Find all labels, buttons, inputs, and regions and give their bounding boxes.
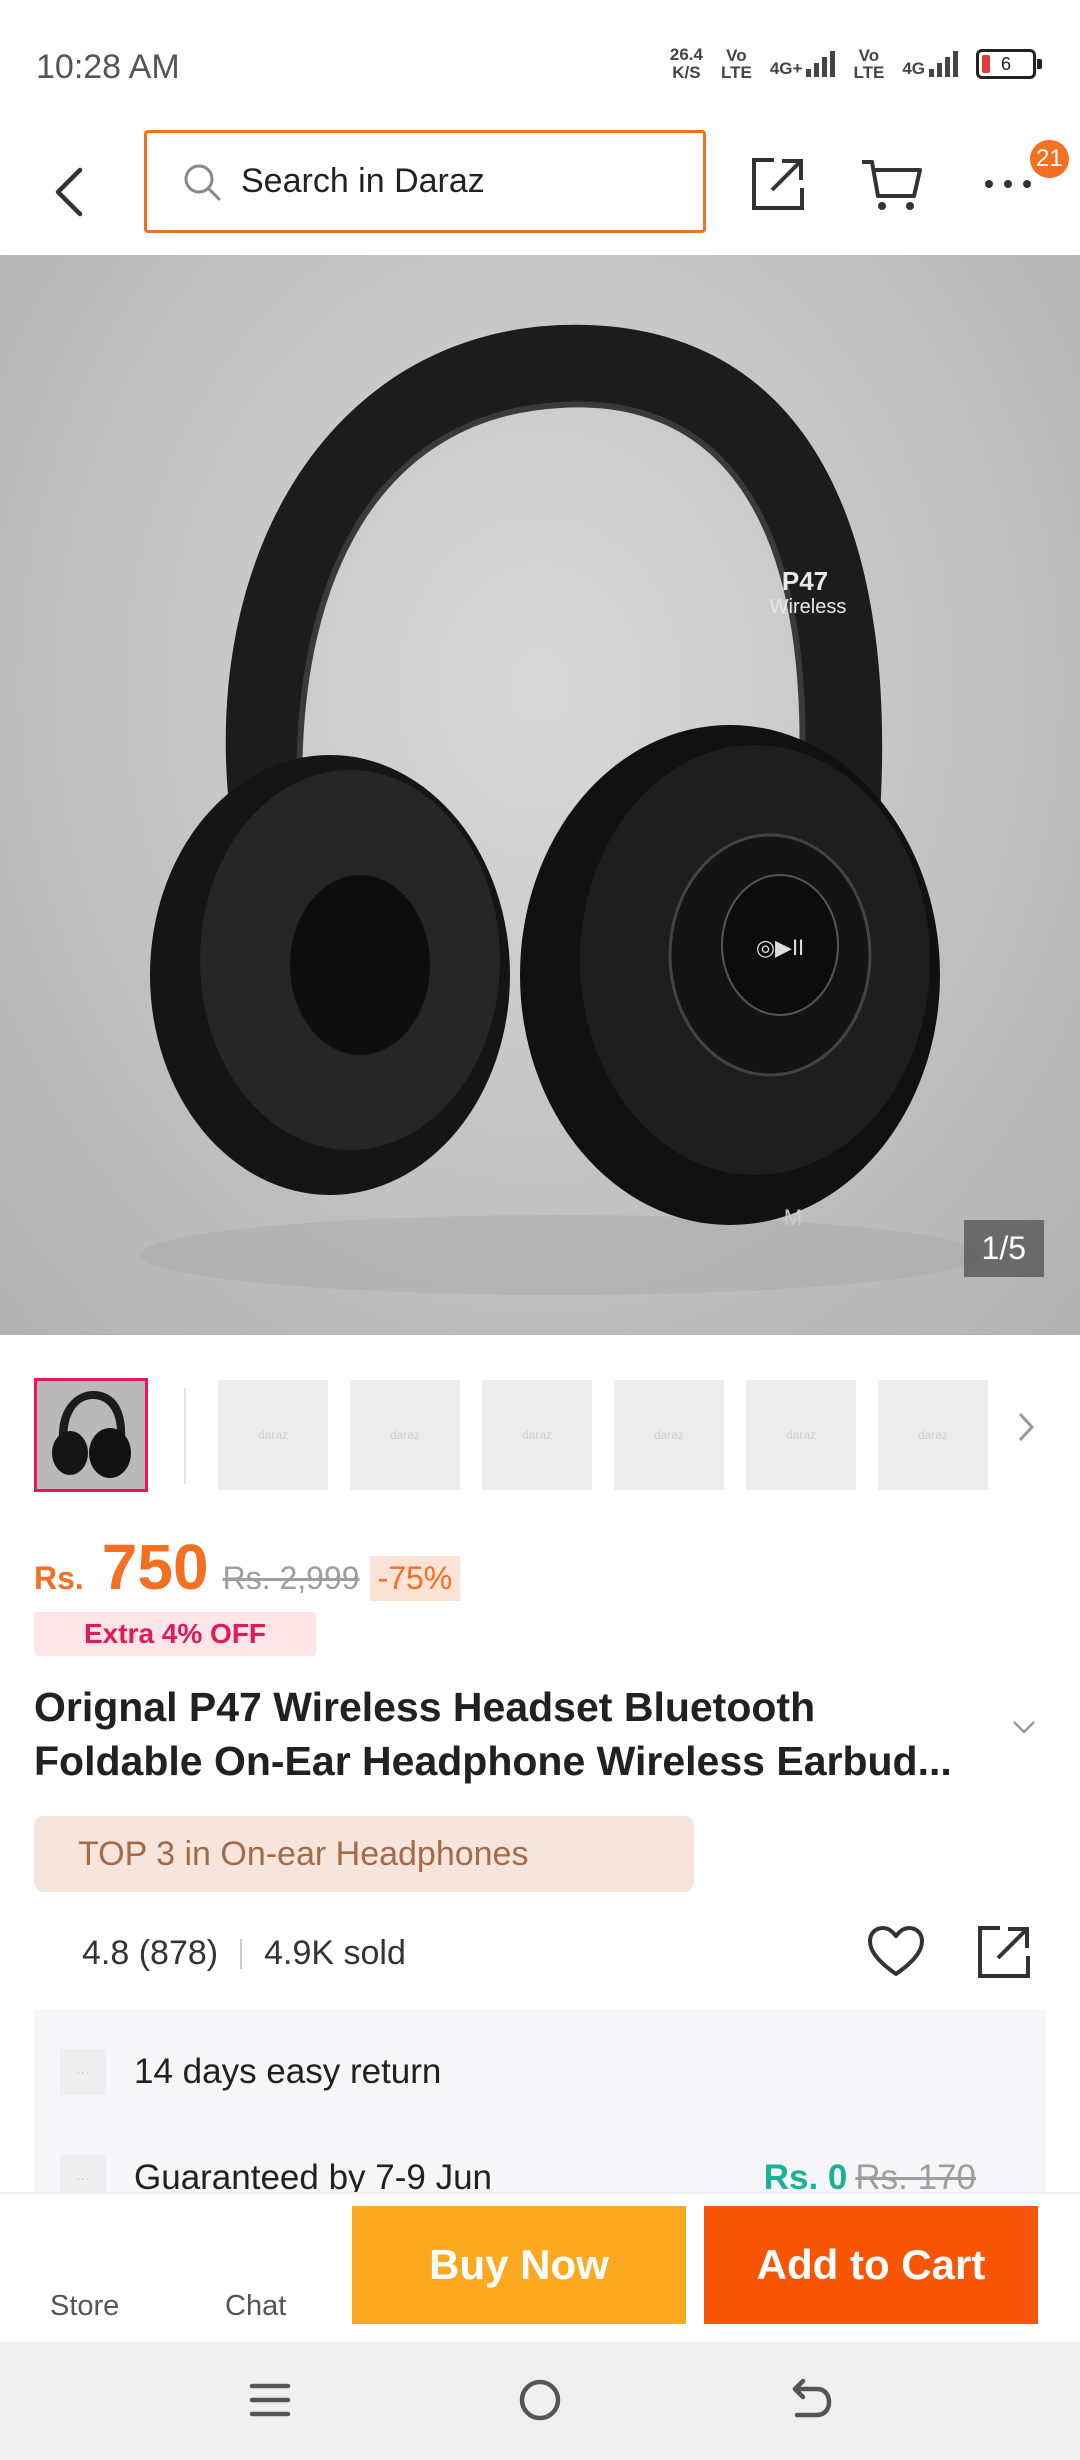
menu-icon [249,2383,291,2417]
price-currency: Rs. [34,1560,84,1596]
original-price: Rs. 2,999 [222,1560,360,1596]
chat-button[interactable]: Chat [225,2290,286,2323]
buy-now-button[interactable]: Buy Now [352,2206,686,2324]
more-icon [985,180,1031,188]
status-time: 10:28 AM [36,48,180,86]
top-app-bar: Search in Daraz 21 [0,130,1080,255]
cart-icon [862,160,922,210]
wishlist-button[interactable] [866,1924,926,1985]
product-label-wireless: Wireless [770,596,847,618]
product-image-gallery[interactable]: P47 Wireless ◎▶II M 1/5 [0,255,1080,1335]
stats-divider [240,1938,243,1969]
thumbnail-divider [184,1388,186,1484]
chevron-right-icon [1018,1412,1035,1442]
product-title: Orignal P47 Wireless Headset Bluetooth F… [34,1684,952,1784]
sim2-volte-label: Vo LTE [853,46,885,82]
system-back-button[interactable] [780,2370,840,2430]
net-speed: 26.4 K/S [669,45,703,82]
thumbnail[interactable]: daraz [482,1380,592,1490]
sim2-signal-icon: 4G [902,51,958,77]
sim1-signal-icon: 4G+ [770,51,836,77]
mode-button-label: M [784,1205,802,1230]
sim1-volte-label: Vo LTE [720,46,752,82]
add-to-cart-button[interactable]: Add to Cart [704,2206,1038,2324]
share-product-button[interactable] [974,1922,1034,1987]
price-row: Rs. 750 Rs. 2,999 -75% [34,1530,461,1604]
status-bar: 10:28 AM 26.4 K/S Vo LTE 4G+ Vo LTE 4G 6 [0,0,1080,130]
recent-apps-button[interactable] [240,2370,300,2430]
sold-count: 4.9K sold [264,1934,406,1972]
rating-value: 4.8 (878) [82,1934,219,1972]
thumbnail[interactable]: daraz [218,1380,328,1490]
share-icon [752,158,804,210]
home-button[interactable] [510,2370,570,2430]
back-gesture-icon [792,2378,832,2418]
headphones-thumbnail-image [52,1391,131,1478]
price-value: 750 [101,1531,209,1603]
extra-offer-badge[interactable]: Extra 4% OFF [34,1612,316,1656]
status-icons: 26.4 K/S Vo LTE 4G+ Vo LTE 4G 6 [669,45,1042,82]
expand-title-button[interactable] [1012,1720,1036,1739]
chevron-down-icon [1013,1721,1035,1734]
heart-icon [868,1926,924,1976]
cart-button[interactable] [860,152,924,216]
bottom-action-bar: Store Chat Buy Now Add to Cart [0,2192,1080,2342]
return-policy-text: 14 days easy return [134,2052,442,2091]
thumbnail-next-button[interactable] [1016,1410,1036,1449]
discount-badge: -75% [369,1556,461,1601]
ranking-tag[interactable]: TOP 3 in On-ear Headphones [34,1816,694,1892]
notification-badge: 21 [1030,140,1069,178]
search-placeholder: Search in Daraz [241,162,485,200]
thumbnail[interactable]: daraz [878,1380,988,1490]
thumbnail[interactable]: daraz [746,1380,856,1490]
image-counter: 1/5 [963,1220,1044,1277]
search-icon [184,164,221,200]
headphones-image: P47 Wireless ◎▶II M [140,324,980,1295]
thumbnail-strip: daraz daraz daraz daraz daraz daraz [0,1370,1080,1492]
product-label-model: P47 [782,566,828,596]
share-button[interactable] [746,152,810,216]
share-icon [978,1926,1030,1978]
back-arrow-icon [55,167,83,217]
rating-stats[interactable]: 4.8 (878) 4.9K sold [82,1934,406,1973]
thumbnail[interactable]: daraz [614,1380,724,1490]
thumbnail[interactable]: daraz [350,1380,460,1490]
return-policy-row[interactable]: ··· 14 days easy return [34,2042,1046,2102]
return-icon: ··· [60,2049,106,2095]
store-button[interactable]: Store [50,2290,119,2323]
search-input[interactable]: Search in Daraz [144,130,706,233]
battery-icon: 6 [976,49,1042,79]
back-button[interactable] [40,152,100,232]
battery-level: 6 [1000,53,1011,74]
thumbnail-selected[interactable] [34,1378,148,1492]
system-nav-bar [0,2342,1080,2460]
service-info-panel[interactable]: ··· 14 days easy return ··· Guaranteed b… [34,2010,1046,2200]
home-circle-icon [519,2379,561,2421]
svg-text:◎▶II: ◎▶II [756,935,804,960]
